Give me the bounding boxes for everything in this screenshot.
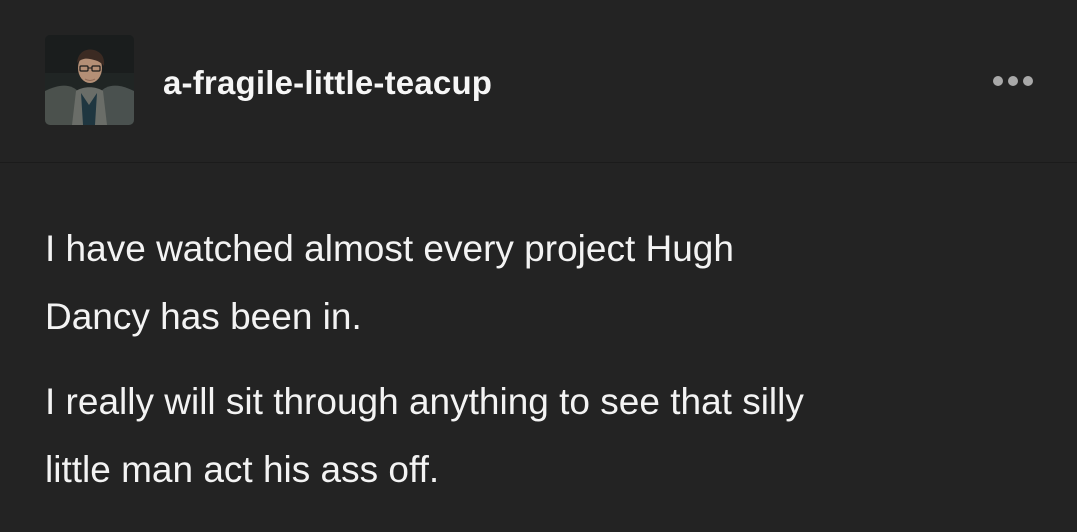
more-horizontal-icon — [1023, 76, 1033, 86]
paragraph-line: I have watched almost every project Hugh — [45, 228, 734, 269]
more-horizontal-icon — [993, 76, 1003, 86]
post-paragraph: I really will sit through anything to se… — [45, 368, 1025, 504]
post-paragraph: I have watched almost every project Hugh… — [45, 215, 1025, 351]
paragraph-line: I really will sit through anything to se… — [45, 381, 804, 422]
paragraph-line: Dancy has been in. — [45, 296, 362, 337]
post-header: a-fragile-little-teacup — [0, 0, 1077, 163]
post-author-username[interactable]: a-fragile-little-teacup — [163, 63, 492, 103]
paragraph-line: little man act his ass off. — [45, 449, 440, 490]
avatar-image — [45, 35, 134, 125]
user-avatar[interactable] — [45, 35, 134, 125]
tumblr-post-card: a-fragile-little-teacup I have watched a… — [0, 0, 1077, 532]
more-options-button[interactable] — [989, 70, 1037, 92]
post-body: I have watched almost every project Hugh… — [45, 215, 1025, 504]
more-horizontal-icon — [1008, 76, 1018, 86]
